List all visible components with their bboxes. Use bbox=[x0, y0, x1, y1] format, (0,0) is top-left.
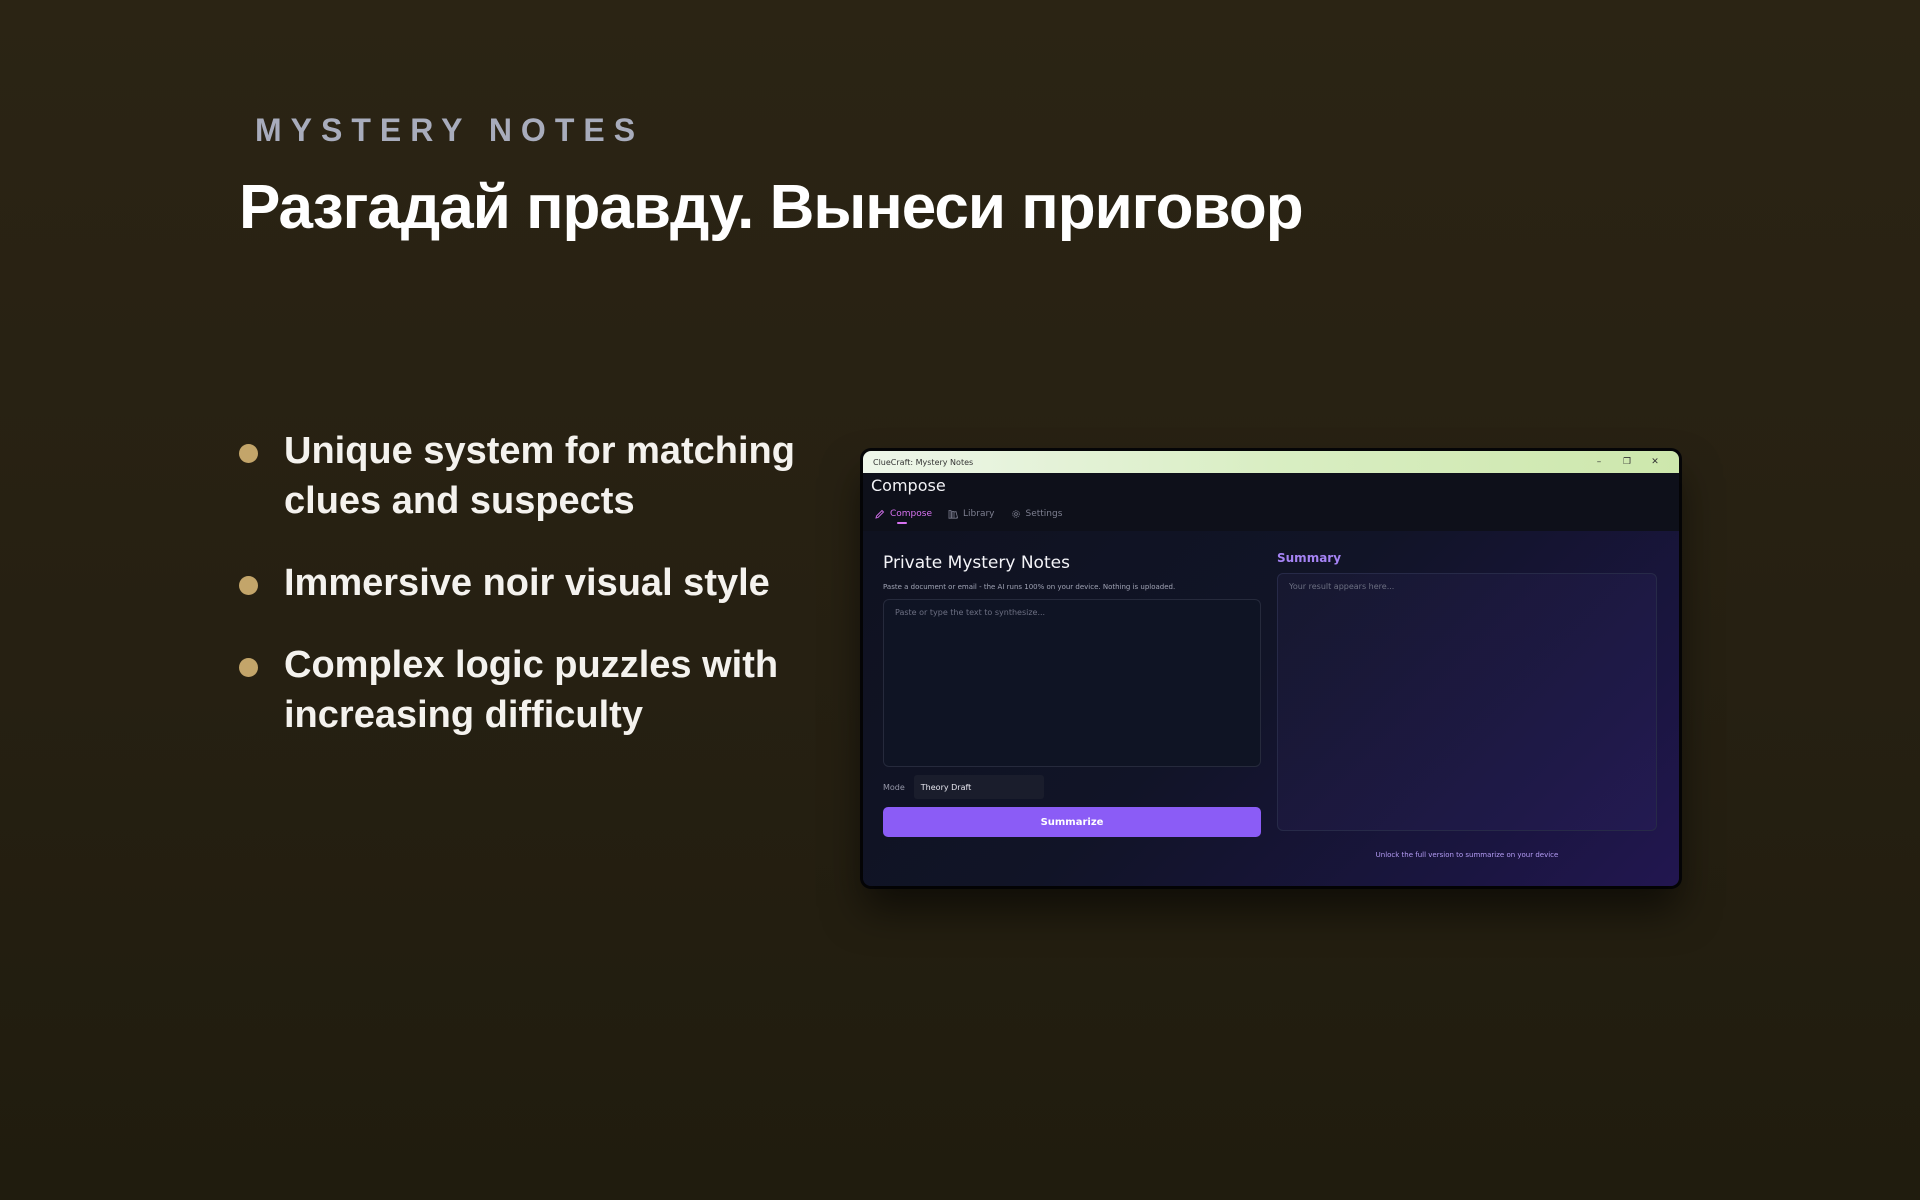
compose-description: Paste a document or email - the AI runs … bbox=[883, 583, 1176, 591]
summary-output: Your result appears here... bbox=[1277, 573, 1657, 831]
tab-library[interactable]: Library bbox=[948, 509, 995, 519]
feature-text: Complex logic puzzles with increasing di… bbox=[284, 644, 779, 736]
app-window: ClueCraft: Mystery Notes – ❐ ✕ Compose C… bbox=[863, 451, 1679, 886]
tab-label: Compose bbox=[890, 509, 933, 519]
feature-list: Unique system for matching clues and sus… bbox=[238, 426, 838, 772]
unlock-link[interactable]: Unlock the full version to summarize on … bbox=[1277, 851, 1657, 859]
mode-row: Mode Theory Draft bbox=[883, 775, 1261, 799]
bullet-dot bbox=[239, 658, 258, 677]
feature-item: Immersive noir visual style bbox=[238, 558, 838, 608]
summarize-button[interactable]: Summarize bbox=[883, 807, 1261, 837]
bullet-dot bbox=[239, 444, 258, 463]
window-title: ClueCraft: Mystery Notes bbox=[873, 457, 974, 467]
mode-select[interactable]: Theory Draft bbox=[913, 775, 1044, 799]
library-icon bbox=[948, 510, 958, 519]
eyebrow-label: MYSTERY NOTES bbox=[255, 112, 645, 148]
tab-label: Library bbox=[963, 509, 995, 519]
compose-title: Private Mystery Notes bbox=[883, 553, 1070, 573]
pencil-icon bbox=[875, 509, 885, 519]
gear-icon bbox=[1011, 510, 1020, 518]
feature-item: Unique system for matching clues and sus… bbox=[238, 426, 838, 526]
page-title: Compose bbox=[871, 476, 946, 495]
feature-text: Unique system for matching clues and sus… bbox=[284, 430, 795, 522]
close-button[interactable]: ✕ bbox=[1641, 457, 1669, 467]
tab-bar: Compose Library Settings bbox=[875, 509, 1063, 524]
summary-title: Summary bbox=[1277, 551, 1342, 565]
headline: Разгадай правду. Вынеси приговор bbox=[239, 173, 1304, 242]
mode-label: Mode bbox=[883, 782, 905, 792]
title-bar: ClueCraft: Mystery Notes – ❐ ✕ bbox=[863, 451, 1679, 473]
bullet-dot bbox=[239, 576, 258, 595]
tab-compose[interactable]: Compose bbox=[875, 509, 933, 524]
app-content: Private Mystery Notes Paste a document o… bbox=[863, 531, 1679, 886]
feature-item: Complex logic puzzles with increasing di… bbox=[238, 640, 838, 740]
tab-label: Settings bbox=[1025, 509, 1063, 519]
summary-pane: Summary Your result appears here... Unlo… bbox=[1277, 531, 1657, 859]
tab-settings[interactable]: Settings bbox=[1011, 509, 1063, 519]
restore-button[interactable]: ❐ bbox=[1613, 457, 1641, 467]
compose-pane: Private Mystery Notes Paste a document o… bbox=[883, 531, 1261, 837]
app-header: Compose Compose Library Settings bbox=[863, 473, 1679, 532]
feature-text: Immersive noir visual style bbox=[284, 562, 770, 604]
source-text-input[interactable]: Paste or type the text to synthesize... bbox=[883, 599, 1261, 767]
minimize-button[interactable]: – bbox=[1585, 457, 1613, 467]
